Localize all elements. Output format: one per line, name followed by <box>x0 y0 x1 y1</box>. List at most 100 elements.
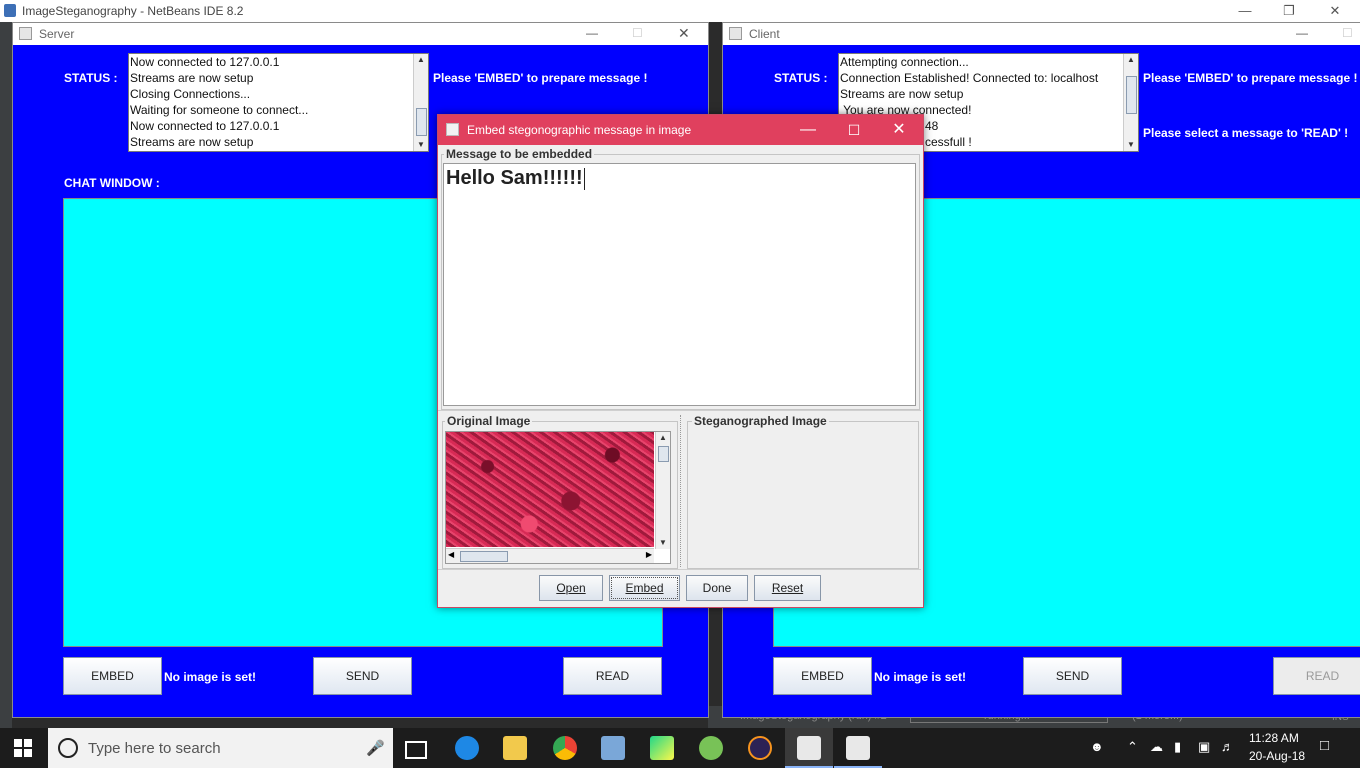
scroll-left-icon[interactable]: ◀ <box>448 550 454 559</box>
minimize-icon[interactable]: — <box>1296 26 1308 40</box>
scroll-thumb[interactable] <box>658 446 669 462</box>
stego-image-label: Steganographed Image <box>692 414 829 428</box>
taskbar-search-box[interactable]: Type here to search 🎤 <box>48 728 393 768</box>
client-embed-button[interactable]: EMBED <box>773 657 872 695</box>
scroll-right-icon[interactable]: ▶ <box>646 550 652 559</box>
clock-date[interactable]: 20-Aug-18 <box>1249 749 1305 763</box>
server-no-image-label: No image is set! <box>164 670 257 684</box>
dialog-title: Embed stegonographic message in image <box>467 123 692 137</box>
message-textarea[interactable]: Hello Sam!!!!!! <box>443 163 916 406</box>
server-status-log[interactable]: Now connected to 127.0.0.1 Streams are n… <box>128 53 429 152</box>
scroll-up-icon[interactable]: ▲ <box>1124 54 1138 66</box>
minimize-icon[interactable]: — <box>1222 0 1268 22</box>
image-hscroll[interactable]: ◀ ▶ <box>446 548 654 563</box>
scroll-thumb[interactable] <box>460 551 508 562</box>
image-vscroll[interactable]: ▲ ▼ <box>655 432 670 549</box>
log-line: Streams are now setup <box>130 71 254 85</box>
pycharm-icon[interactable] <box>650 736 674 760</box>
task-view-icon[interactable] <box>405 741 427 759</box>
taskbar-java-app[interactable] <box>834 728 882 768</box>
status-scrollbar[interactable]: ▲ ▼ <box>1123 54 1138 151</box>
scroll-thumb[interactable] <box>416 108 427 136</box>
client-read-button[interactable]: READ <box>1273 657 1360 695</box>
microphone-icon[interactable]: 🎤 <box>366 739 385 757</box>
java-icon <box>797 736 821 760</box>
server-titlebar: Server — ☐ ✕ <box>13 23 708 45</box>
log-line: Attempting connection... <box>840 55 969 69</box>
client-send-button[interactable]: SEND <box>1023 657 1122 695</box>
action-center-icon[interactable]: □ <box>1320 737 1329 754</box>
battery-icon[interactable]: ▮ <box>1174 739 1181 755</box>
android-studio-icon[interactable] <box>699 736 723 760</box>
network-icon[interactable]: ▣ <box>1198 739 1210 755</box>
scroll-down-icon[interactable]: ▼ <box>656 537 670 549</box>
windows-start-icon[interactable] <box>14 739 32 757</box>
log-line: Closing Connections... <box>130 87 251 101</box>
restore-icon[interactable]: ❐ <box>1266 0 1312 22</box>
close-icon[interactable]: ✕ <box>876 115 922 145</box>
minimize-icon[interactable]: — <box>586 26 598 40</box>
divider <box>438 569 921 570</box>
java-icon <box>846 736 870 760</box>
scroll-thumb[interactable] <box>1126 76 1137 114</box>
maximize-icon[interactable]: ☐ <box>632 26 643 40</box>
embed-dialog: Embed stegonographic message in image — … <box>437 114 924 608</box>
netbeans-titlebar: ImageSteganography - NetBeans IDE 8.2 — … <box>0 0 1360 22</box>
log-line: Streams are now setup <box>840 87 964 101</box>
message-group-label: Message to be embedded <box>444 147 595 161</box>
minimize-icon[interactable]: — <box>785 115 831 145</box>
server-read-button[interactable]: READ <box>563 657 662 695</box>
original-image-scrollpane[interactable]: ▲ ▼ ◀ ▶ <box>445 431 671 564</box>
scroll-up-icon[interactable]: ▲ <box>414 54 428 66</box>
search-placeholder: Type here to search <box>88 740 221 757</box>
java-icon <box>729 27 742 40</box>
open-button[interactable]: Open <box>539 575 603 601</box>
volume-icon[interactable]: ♬ <box>1221 739 1234 754</box>
scroll-up-icon[interactable]: ▲ <box>656 432 670 444</box>
client-title: Client <box>749 27 780 41</box>
netbeans-side-strip <box>0 22 12 732</box>
stego-group-border <box>687 421 919 569</box>
server-send-button[interactable]: SEND <box>313 657 412 695</box>
log-line: Now connected to 127.0.0.1 <box>130 55 280 69</box>
chat-window-label: CHAT WINDOW : <box>64 176 160 190</box>
netbeans-icon <box>4 4 16 17</box>
message-text: Hello Sam!!!!!! <box>446 167 583 189</box>
file-explorer-icon[interactable] <box>503 736 527 760</box>
taskbar-java-app-active[interactable] <box>785 728 833 768</box>
edge-icon[interactable] <box>455 736 479 760</box>
divider <box>438 410 921 411</box>
clock-time[interactable]: 11:28 AM <box>1249 731 1299 745</box>
log-line: Connection Established! Connected to: lo… <box>840 71 1099 85</box>
chevron-up-icon[interactable]: ⌃ <box>1127 739 1138 755</box>
onedrive-icon[interactable]: ☁ <box>1150 739 1163 755</box>
log-line: Now connected to 127.0.0.1 <box>130 119 280 133</box>
maximize-icon[interactable]: ☐ <box>1342 26 1353 40</box>
virtualbox-icon[interactable] <box>601 736 625 760</box>
close-icon[interactable]: ✕ <box>1312 0 1358 22</box>
maximize-icon[interactable]: ☐ <box>831 115 877 145</box>
original-image <box>446 432 654 547</box>
reset-button[interactable]: Reset <box>754 575 821 601</box>
log-line: Streams are now setup <box>130 135 254 149</box>
server-title: Server <box>39 27 75 41</box>
cortana-icon <box>58 738 78 758</box>
close-icon[interactable]: ✕ <box>678 25 690 42</box>
scroll-down-icon[interactable]: ▼ <box>414 139 428 151</box>
dialog-titlebar: Embed stegonographic message in image — … <box>438 115 923 145</box>
client-no-image-label: No image is set! <box>874 670 967 684</box>
chrome-icon[interactable] <box>553 736 577 760</box>
split-divider[interactable] <box>680 415 682 567</box>
people-icon[interactable]: ☻ <box>1090 739 1104 754</box>
client-embed-prompt: Please 'EMBED' to prepare message ! <box>1143 71 1358 85</box>
original-image-label: Original Image <box>445 414 533 428</box>
text-caret <box>583 167 585 190</box>
server-prompt: Please 'EMBED' to prepare message ! <box>433 71 648 85</box>
eclipse-icon[interactable] <box>748 736 772 760</box>
taskbar: Type here to search 🎤 ☻ ⌃ ☁ ▮ ▣ ♬ 11:28 … <box>0 728 1360 768</box>
embed-button[interactable]: Embed <box>609 575 680 601</box>
done-button[interactable]: Done <box>686 575 748 601</box>
server-embed-button[interactable]: EMBED <box>63 657 162 695</box>
status-scrollbar[interactable]: ▲ ▼ <box>413 54 428 151</box>
scroll-down-icon[interactable]: ▼ <box>1124 139 1138 151</box>
